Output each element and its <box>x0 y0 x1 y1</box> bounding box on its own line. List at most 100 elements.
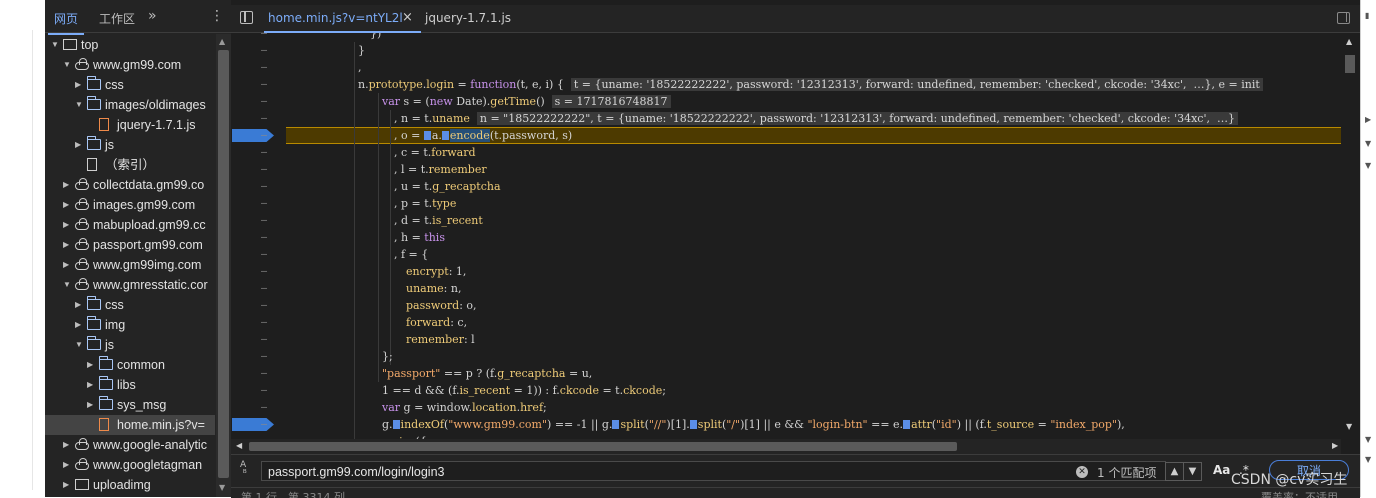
deactivate-icon[interactable]: ▼ <box>1365 436 1373 444</box>
inline-breakpoint-icon[interactable] <box>392 420 400 429</box>
more-tabs-icon[interactable]: » <box>148 8 157 24</box>
inline-breakpoint-icon[interactable] <box>423 131 431 140</box>
tree-item[interactable]: ▶ www.gm99img.com <box>45 255 215 275</box>
replace-toggle-icon[interactable]: A ᴮ <box>240 461 247 479</box>
inline-breakpoint-icon[interactable] <box>689 420 697 429</box>
code-line[interactable]: remember: l <box>406 331 475 348</box>
code-hscroll-thumb[interactable] <box>249 442 957 451</box>
gutter-mark[interactable]: – <box>261 33 267 42</box>
code-vertical-scrollbar[interactable]: ▲ ▼ <box>1341 33 1360 439</box>
pause-icon[interactable]: ▼ <box>1365 456 1373 464</box>
tree-item[interactable]: ▶ passport.gm99.com <box>45 235 215 255</box>
gutter-mark[interactable]: – <box>261 348 267 365</box>
code-view[interactable]: – – – – – – – – – – – – – – – – – – – – – – – – })}, n.prototype… <box>231 33 1341 439</box>
tree-item[interactable]: ▶ uploadimg <box>45 475 215 495</box>
navigator-scroll-thumb[interactable] <box>218 50 229 478</box>
expanded-arrow-icon[interactable]: ▼ <box>63 55 73 75</box>
gutter-mark[interactable]: – <box>261 76 267 93</box>
code-line[interactable]: , u = t.g_recaptcha <box>394 178 501 195</box>
gutter-mark[interactable]: – <box>261 161 267 178</box>
inline-breakpoint-icon[interactable] <box>903 420 911 429</box>
step-over-icon[interactable]: ▼ <box>1365 140 1373 148</box>
code-line[interactable]: }; <box>382 348 393 365</box>
code-line[interactable]: forward: c, <box>406 314 467 331</box>
tree-item[interactable]: jquery-1.7.1.js <box>45 115 215 135</box>
code-line[interactable]: } <box>358 42 365 59</box>
code-line[interactable]: , l = t.remember <box>394 161 487 178</box>
expanded-arrow-icon[interactable]: ▼ <box>51 35 61 55</box>
gutter-mark[interactable]: – <box>261 365 267 382</box>
tree-item[interactable]: （索引） <box>45 155 215 175</box>
gutter-mark[interactable]: – <box>261 246 267 263</box>
collapsed-arrow-icon[interactable]: ▶ <box>87 395 97 415</box>
code-line[interactable]: , o = a. encode(t.password, s) <box>394 127 572 144</box>
tab-page[interactable]: 网页 <box>47 10 85 35</box>
tree-item[interactable]: ▶ collectdata.gm99.co <box>45 175 215 195</box>
tree-item[interactable]: ▼ top <box>45 35 215 55</box>
tree-item[interactable]: ▼ www.gm99.com <box>45 55 215 75</box>
gutter-mark[interactable]: – <box>261 127 267 144</box>
step-into-icon[interactable]: ▼ <box>1365 162 1373 170</box>
code-line[interactable]: g. indexOf("www.gm99.com") == -1 || g. spl… <box>382 416 1125 433</box>
tree-item[interactable]: home.min.js?v= <box>45 415 215 435</box>
breakpoint-marker[interactable] <box>232 129 274 142</box>
match-case-button[interactable]: Aa <box>1213 463 1230 477</box>
tab-home-min-js[interactable]: home.min.js?v=ntYL2l <box>264 11 421 33</box>
scroll-up-icon[interactable]: ▲ <box>219 37 225 46</box>
expanded-arrow-icon[interactable]: ▼ <box>75 95 85 115</box>
inline-breakpoint-icon[interactable] <box>612 420 620 429</box>
resume-icon[interactable]: ▶ <box>1365 116 1373 124</box>
gutter-mark[interactable]: – <box>261 195 267 212</box>
gutter-mark[interactable]: – <box>261 144 267 161</box>
collapsed-arrow-icon[interactable]: ▶ <box>87 355 97 375</box>
scroll-right-icon[interactable]: ▶ <box>1332 441 1338 450</box>
tree-item[interactable]: ▼ js <box>45 335 215 355</box>
gutter-mark[interactable]: – <box>261 280 267 297</box>
collapsed-arrow-icon[interactable]: ▶ <box>63 215 73 235</box>
gutter-mark[interactable]: – <box>261 212 267 229</box>
tree-item[interactable]: ▶ libs <box>45 375 215 395</box>
code-line[interactable]: , n = t.uname n = "18522222222", t = {un… <box>394 110 1238 127</box>
tab-jquery-js[interactable]: jquery-1.7.1.js <box>425 11 511 25</box>
code-line[interactable]: , f = { <box>394 246 428 263</box>
expanded-arrow-icon[interactable]: ▼ <box>63 275 73 295</box>
line-gutter[interactable]: – – – – – – – – – – – – – – – – – – – – – – – – <box>231 33 286 439</box>
tree-item[interactable]: ▶ www.google-analytic <box>45 435 215 455</box>
code-line[interactable]: 1 == d && (f.is_recent = 1)) : f.ckcode … <box>382 382 666 399</box>
search-input[interactable]: passport.gm99.com/login/login3 <box>261 461 1166 481</box>
gutter-mark[interactable]: – <box>261 263 267 280</box>
code-line[interactable]: password: o, <box>406 297 477 314</box>
code-line[interactable]: , p = t.type <box>394 195 456 212</box>
collapsed-arrow-icon[interactable]: ▶ <box>75 75 85 95</box>
gutter-mark[interactable]: – <box>261 229 267 246</box>
pane-toggle-icon[interactable]: ▮ <box>1365 12 1373 20</box>
gutter-mark[interactable]: – <box>261 382 267 399</box>
gutter-mark[interactable]: – <box>261 314 267 331</box>
tab-workspace[interactable]: 工作区 <box>99 10 135 27</box>
code-scroll-thumb[interactable] <box>1345 55 1355 73</box>
gutter-mark[interactable]: – <box>261 59 267 76</box>
scroll-down-icon[interactable]: ▼ <box>1346 422 1352 431</box>
code-line[interactable]: uname: n, <box>406 280 461 297</box>
gutter-mark[interactable]: – <box>261 93 267 110</box>
collapsed-arrow-icon[interactable]: ▶ <box>87 375 97 395</box>
clear-search-icon[interactable]: ✕ <box>1076 466 1088 478</box>
tree-item[interactable]: ▶ www.googletagman <box>45 455 215 475</box>
tree-item[interactable]: ▼ images/oldimages <box>45 95 215 115</box>
scroll-left-icon[interactable]: ◀ <box>236 441 242 450</box>
tree-item[interactable]: ▶ js <box>45 135 215 155</box>
collapsed-arrow-icon[interactable]: ▶ <box>63 455 73 475</box>
collapsed-arrow-icon[interactable]: ▶ <box>63 475 73 495</box>
code-line[interactable]: n.prototype.login = function(t, e, i) { … <box>358 76 1263 93</box>
collapsed-arrow-icon[interactable]: ▶ <box>75 315 85 335</box>
tree-item[interactable]: ▶ css <box>45 295 215 315</box>
scroll-down-icon[interactable]: ▼ <box>219 483 225 492</box>
tree-item[interactable]: ▶ common <box>45 355 215 375</box>
previous-match-button[interactable]: ▲ <box>1165 462 1184 481</box>
gutter-mark[interactable]: – <box>261 416 267 433</box>
gutter-mark[interactable]: – <box>261 110 267 127</box>
code-line[interactable]: encrypt: 1, <box>406 263 466 280</box>
toggle-navigator-icon[interactable] <box>240 11 253 24</box>
code-line[interactable]: , d = t.is_recent <box>394 212 483 229</box>
close-tab-icon[interactable]: × <box>402 10 413 25</box>
